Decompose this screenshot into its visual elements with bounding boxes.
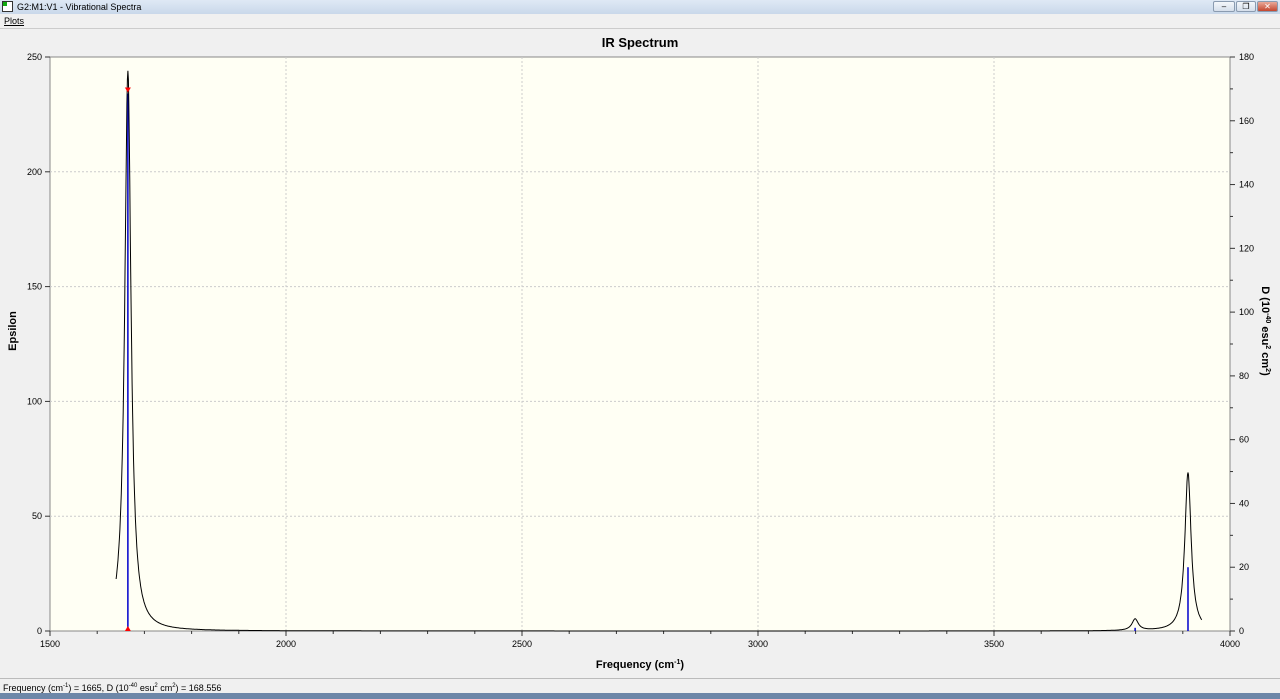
y-tick-label: 100: [27, 396, 42, 406]
y2-tick-label: 160: [1239, 116, 1254, 126]
y-tick-label: 50: [32, 511, 42, 521]
y-tick-label: 250: [27, 52, 42, 62]
x-tick-label: 2500: [512, 639, 532, 649]
y2-axis-label: D (10-40 esu2 cm2): [1259, 286, 1271, 376]
y-axis-label: Epsilon: [7, 311, 19, 351]
taskbar: [0, 693, 1280, 699]
status-text: cm: [157, 683, 173, 693]
plot-area: [49, 56, 1231, 632]
ir-spectrum-chart[interactable]: IR Spectrum 1500 2000 2500 3000 3500 40000501…: [0, 29, 1280, 677]
x-axis-label: Frequency (cm-1): [596, 659, 684, 671]
y2-tick-label: 0: [1239, 626, 1244, 636]
close-button[interactable]: ✕: [1257, 1, 1278, 12]
y2-tick-label: 140: [1239, 180, 1254, 190]
y-tick-label: 0: [37, 626, 42, 636]
y2-tick-label: 20: [1239, 562, 1249, 572]
y2-tick-label: 60: [1239, 435, 1249, 445]
title-bar: G2:M1:V1 - Vibrational Spectra – ❐ ✕: [0, 0, 1280, 14]
restore-button[interactable]: ❐: [1236, 1, 1256, 12]
chart-title: IR Spectrum: [602, 35, 679, 50]
menu-bar: Plots: [0, 14, 1280, 29]
y2-tick-label: 120: [1239, 243, 1254, 253]
status-text: Frequency (cm: [3, 683, 64, 693]
minimize-button[interactable]: –: [1213, 1, 1235, 12]
y2-tick-label: 180: [1239, 52, 1254, 62]
y-tick-label: 150: [27, 282, 42, 292]
y-tick-label: 200: [27, 167, 42, 177]
y2-tick-label: 40: [1239, 498, 1249, 508]
window-title: G2:M1:V1 - Vibrational Spectra: [17, 2, 142, 12]
x-tick-label: 1500: [40, 639, 60, 649]
status-bar: Frequency (cm-1) = 1665, D (10-40 esu2 c…: [0, 678, 1280, 693]
x-tick-label: 3500: [984, 639, 1004, 649]
status-text: esu: [137, 683, 155, 693]
x-tick-label: 2000: [276, 639, 296, 649]
menu-plots[interactable]: Plots: [4, 16, 24, 26]
status-text: ) = 1665, D (10: [68, 683, 129, 693]
status-text: ) = 168.556: [175, 683, 222, 693]
x-tick-label: 4000: [1220, 639, 1240, 649]
app-icon: [2, 1, 13, 12]
y2-tick-label: 80: [1239, 371, 1249, 381]
x-tick-label: 3000: [748, 639, 768, 649]
y2-tick-label: 100: [1239, 307, 1254, 317]
